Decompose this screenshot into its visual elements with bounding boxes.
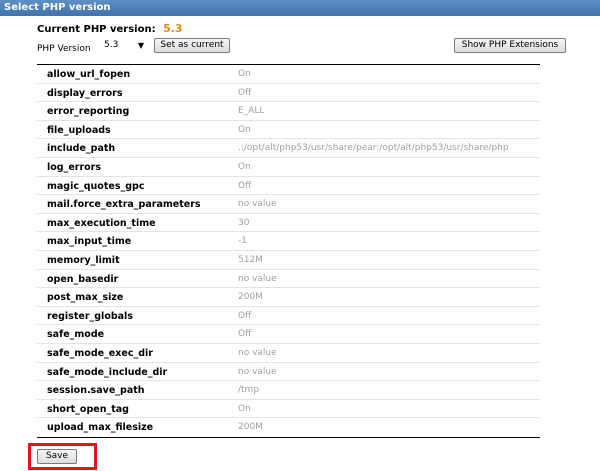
option-value[interactable]: On <box>238 125 251 135</box>
option-value[interactable]: 30 <box>238 218 249 228</box>
option-name: max_execution_time <box>47 217 156 229</box>
option-name: safe_mode <box>47 329 105 341</box>
option-row: post_max_size 200M <box>37 288 540 307</box>
option-name: mail.force_extra_parameters <box>47 199 201 211</box>
option-value[interactable]: no value <box>238 348 277 358</box>
option-value[interactable]: .:/opt/alt/php53/usr/share/pear:/opt/alt… <box>238 143 509 153</box>
option-name: safe_mode_exec_dir <box>47 347 153 359</box>
option-row: display_errors Off <box>37 84 540 103</box>
option-value[interactable]: E_ALL <box>238 106 264 116</box>
option-value[interactable]: On <box>238 69 251 79</box>
option-row: memory_limit 512M <box>37 251 540 270</box>
option-value[interactable]: 512M <box>238 255 263 265</box>
current-version-label: Current PHP version: <box>37 24 156 35</box>
option-name: include_path <box>47 143 116 155</box>
option-value[interactable]: -1 <box>238 236 247 246</box>
option-row: open_basedir no value <box>37 270 540 289</box>
option-row: max_input_time -1 <box>37 232 540 251</box>
option-name: file_uploads <box>47 124 111 136</box>
option-value[interactable]: Off <box>238 329 251 339</box>
option-row: safe_mode_exec_dir no value <box>37 344 540 363</box>
option-row: session.save_path/tmp <box>37 381 540 400</box>
option-value[interactable]: Off <box>238 88 251 98</box>
option-row: max_execution_time 30 <box>37 214 540 233</box>
current-version-value: 5.3 <box>163 22 183 35</box>
option-name: upload_max_filesize <box>47 422 154 434</box>
option-name: open_basedir <box>47 273 119 285</box>
option-value[interactable]: no value <box>238 199 277 209</box>
option-name: register_globals <box>47 310 133 322</box>
option-value[interactable]: 200M <box>238 292 263 302</box>
php-selector-panel: Current PHP version: 5.3 PHP Version 5.3… <box>0 16 600 471</box>
option-value[interactable]: 200M <box>238 422 263 432</box>
option-row: magic_quotes_gpc Off <box>37 177 540 196</box>
option-row: safe_mode_include_dir no value <box>37 363 540 382</box>
panel-title-bar: Select PHP version <box>0 0 600 16</box>
panel-title: Select PHP version <box>4 2 111 13</box>
option-value[interactable]: no value <box>238 274 277 284</box>
option-value[interactable]: /tmp <box>238 385 259 395</box>
current-php-version: Current PHP version: 5.3 <box>37 22 183 35</box>
option-row: allow_url_fopen On <box>37 65 540 84</box>
option-name: display_errors <box>47 87 123 99</box>
option-row: include_path .:/opt/alt/php53/usr/share/p… <box>37 139 540 158</box>
option-row: file_uploads On <box>37 121 540 140</box>
option-name: error_reporting <box>47 106 130 118</box>
option-name: session.save_path <box>47 385 145 397</box>
set-as-current-button[interactable]: Set as current <box>154 38 230 53</box>
option-row: short_open_tag On <box>37 400 540 419</box>
option-name: max_input_time <box>47 236 132 248</box>
option-value[interactable]: Off <box>238 181 251 191</box>
option-value[interactable]: no value <box>238 367 277 377</box>
option-value[interactable]: On <box>238 404 251 414</box>
option-name: safe_mode_include_dir <box>47 366 168 378</box>
option-name: log_errors <box>47 161 102 173</box>
option-name: memory_limit <box>47 254 120 266</box>
option-row: log_errors On <box>37 158 540 177</box>
option-value[interactable]: Off <box>238 311 251 321</box>
option-row: upload_max_filesize 200M <box>37 418 540 437</box>
php-version-label: PHP Version <box>37 44 91 54</box>
option-row: register_globals Off <box>37 307 540 326</box>
php-version-select[interactable]: 5.3 ▼ <box>100 38 148 53</box>
option-name: magic_quotes_gpc <box>47 180 145 192</box>
php-options-table: allow_url_fopen On display_errors Off erro… <box>37 64 540 438</box>
option-name: post_max_size <box>47 292 124 304</box>
option-row: safe_mode Off <box>37 325 540 344</box>
option-name: allow_url_fopen <box>47 69 131 80</box>
option-row: mail.force_extra_parameters no value <box>37 195 540 214</box>
save-button[interactable]: Save <box>37 449 77 464</box>
option-value[interactable]: On <box>238 162 251 172</box>
option-row: error_reporting E_ALL <box>37 102 540 121</box>
option-name: short_open_tag <box>47 403 129 415</box>
chevron-down-icon: ▼ <box>137 41 144 50</box>
show-php-extensions-button[interactable]: Show PHP Extensions <box>454 38 566 53</box>
php-version-selected: 5.3 <box>104 40 119 50</box>
